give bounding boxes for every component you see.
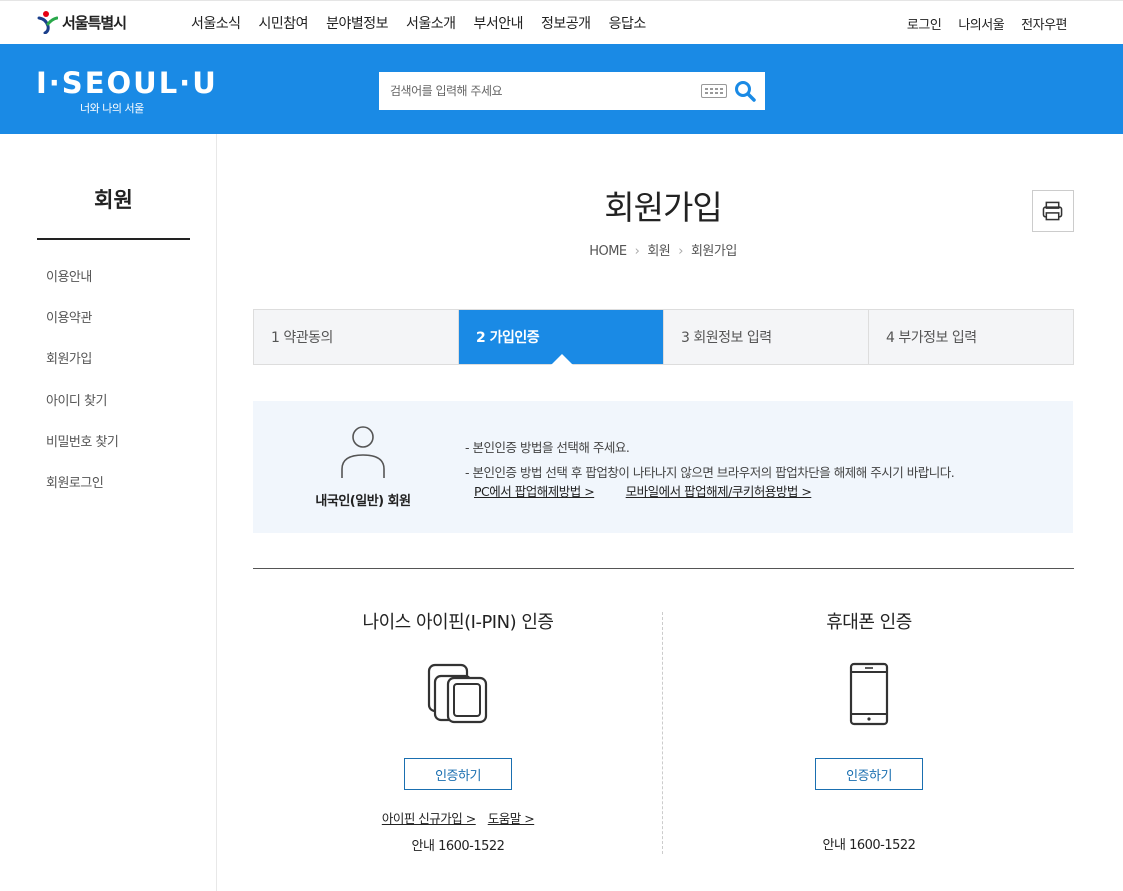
- page-title: 회원가입: [604, 188, 722, 227]
- breadcrumb-current: 회원가입: [690, 244, 737, 259]
- mobile-phone-icon: [849, 662, 889, 726]
- site-header: I·SEOUL·U 너와 나의 서울: [0, 44, 1123, 134]
- keyboard-icon[interactable]: [701, 84, 727, 98]
- member-type-label: 내국인(일반) 회원: [315, 494, 411, 509]
- top-bar: 서울특별시 서울소식 시민참여 분야별정보 서울소개 부서안내 정보공개 응답소…: [0, 0, 1123, 44]
- section-divider: [253, 568, 1074, 569]
- ipin-links: 아이핀 신규가입 > 도움말 >: [253, 808, 663, 827]
- sidebar-item-signup[interactable]: 회원가입: [46, 348, 118, 389]
- gnb-item[interactable]: 분야별정보: [326, 13, 388, 33]
- seoul-logo-text: 서울특별시: [62, 13, 127, 32]
- ipin-phone: 안내 1600-1522: [411, 839, 505, 854]
- printer-icon: [1042, 201, 1063, 221]
- ipin-auth-title: 나이스 아이핀(I-PIN) 인증: [362, 612, 554, 633]
- gnb-item[interactable]: 시민참여: [259, 13, 309, 33]
- step-terms: 1 약관동의: [254, 310, 459, 364]
- breadcrumb: HOME › 회원 › 회원가입: [253, 240, 1073, 259]
- sidebar-menu: 이용안내 이용약관 회원가입 아이디 찾기 비밀번호 찾기 회원로그인: [46, 266, 119, 513]
- step-additional-info: 4 부가정보 입력: [869, 310, 1073, 364]
- ipin-auth-panel: 나이스 아이핀(I-PIN) 인증 인증하기 아이핀 신규가입 > 도움말 > 안…: [253, 608, 663, 854]
- print-button[interactable]: [1032, 190, 1074, 232]
- search-icon[interactable]: [734, 80, 756, 102]
- step-verification: 2 가입인증: [459, 310, 664, 365]
- note-line: - 본인인증 방법을 선택해 주세요.: [465, 440, 630, 455]
- ipin-signup-link[interactable]: 아이핀 신규가입 >: [382, 811, 476, 826]
- breadcrumb-home[interactable]: HOME: [589, 244, 627, 259]
- mobile-auth-title: 휴대폰 인증: [826, 612, 912, 633]
- ipin-verify-button[interactable]: 인증하기: [404, 758, 512, 790]
- email-link[interactable]: 전자우편: [1021, 14, 1067, 33]
- gnb-item[interactable]: 부서안내: [474, 13, 524, 33]
- gnb-item[interactable]: 서울소개: [406, 13, 456, 33]
- brand-logo[interactable]: I·SEOUL·U 너와 나의 서울: [36, 68, 218, 116]
- my-seoul-link[interactable]: 나의서울: [958, 14, 1004, 33]
- sidebar-title: 회원: [37, 184, 190, 240]
- mobile-phone: 안내 1600-1522: [822, 838, 916, 853]
- mobile-verify-button[interactable]: 인증하기: [815, 758, 923, 790]
- seoul-logo-icon: [37, 11, 58, 34]
- sidebar: 회원 이용안내 이용약관 회원가입 아이디 찾기 비밀번호 찾기 회원로그인: [0, 134, 217, 891]
- gnb-item[interactable]: 응답소: [609, 13, 647, 33]
- brand-slogan: I·SEOUL·U: [36, 66, 218, 100]
- person-icon: [341, 426, 385, 478]
- sidebar-item-find-id[interactable]: 아이디 찾기: [46, 390, 118, 431]
- sidebar-item-find-password[interactable]: 비밀번호 찾기: [46, 431, 119, 472]
- brand-subtitle: 너와 나의 서울: [80, 102, 144, 115]
- gnb-item[interactable]: 정보공개: [541, 13, 591, 33]
- search-input[interactable]: [379, 72, 689, 110]
- seoul-logo[interactable]: 서울특별시: [36, 10, 127, 34]
- sidebar-item-guide[interactable]: 이용안내: [46, 266, 118, 307]
- info-box: 내국인(일반) 회원 - 본인인증 방법을 선택해 주세요. - 본인인증 방법…: [253, 401, 1073, 533]
- gnb-item[interactable]: 서울소식: [191, 13, 241, 33]
- ipin-help-link[interactable]: 도움말 >: [488, 811, 535, 826]
- login-link[interactable]: 로그인: [907, 14, 942, 33]
- verification-notes: - 본인인증 방법을 선택해 주세요. - 본인인증 방법 선택 후 팝업창이 …: [465, 437, 955, 499]
- global-nav: 서울소식 시민참여 분야별정보 서울소개 부서안내 정보공개 응답소: [191, 1, 646, 45]
- ipin-icon: [427, 663, 488, 724]
- sidebar-item-login[interactable]: 회원로그인: [46, 472, 118, 513]
- sidebar-item-terms[interactable]: 이용약관: [46, 307, 118, 348]
- breadcrumb-chevron-icon: ›: [634, 244, 640, 259]
- step-member-info: 3 회원정보 입력: [664, 310, 869, 364]
- breadcrumb-chevron-icon: ›: [678, 244, 683, 259]
- mobile-auth-panel: 휴대폰 인증 인증하기 안내 1600-1522: [664, 608, 1074, 853]
- mobile-popup-help-link[interactable]: 모바일에서 팝업해제/쿠키허용방법 >: [626, 484, 812, 499]
- pc-popup-help-link[interactable]: PC에서 팝업해제방법 >: [474, 484, 595, 499]
- popup-help-links: PC에서 팝업해제방법 > 모바일에서 팝업해제/쿠키허용방법 >: [474, 481, 839, 500]
- breadcrumb-member[interactable]: 회원: [647, 244, 670, 259]
- search-box: [379, 72, 765, 110]
- utility-nav: 로그인 나의서울 전자우편: [907, 1, 1068, 45]
- signup-steps: 1 약관동의 2 가입인증 3 회원정보 입력 4 부가정보 입력: [253, 309, 1074, 365]
